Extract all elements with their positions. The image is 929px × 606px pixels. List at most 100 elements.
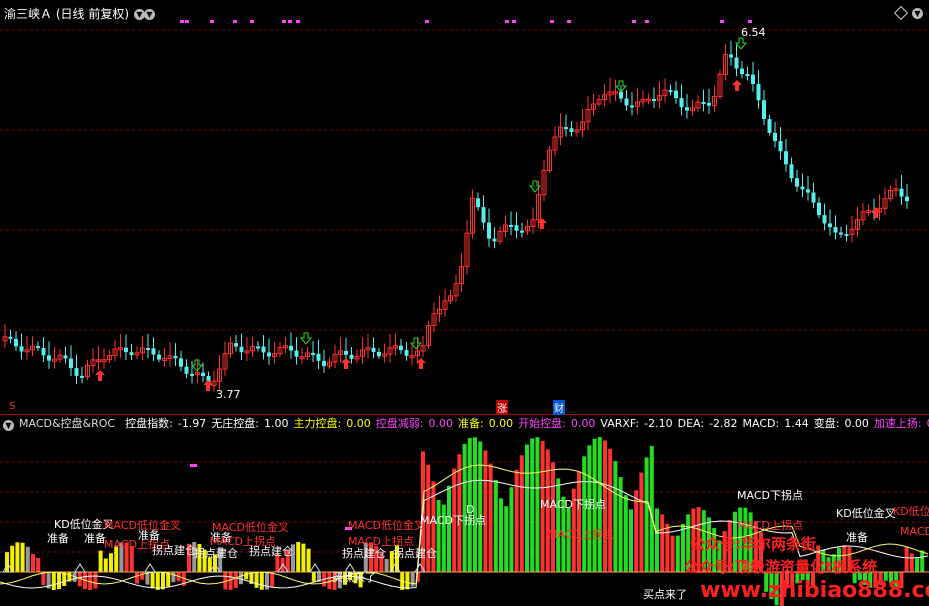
candle-body [674, 90, 678, 99]
candle-body [14, 338, 18, 347]
triangle-marker-icon [309, 563, 321, 573]
indicator-bar [311, 572, 316, 582]
indicator-bar [655, 508, 659, 572]
candle-body [740, 68, 744, 75]
indicator-value-item: 无庄控盘: [211, 417, 260, 430]
candle-body [267, 352, 271, 357]
indicator-value-item: DEA: [677, 417, 705, 430]
indicator-bar [51, 572, 56, 590]
candle-body [762, 100, 766, 120]
chevron-down-icon[interactable]: ▼ [912, 8, 923, 19]
candle-body [239, 346, 244, 353]
indicator-bar [228, 572, 233, 590]
candle-body [404, 350, 409, 356]
candle-body [201, 372, 205, 376]
candle-body [751, 74, 755, 85]
candle-body [256, 346, 260, 349]
price-chart[interactable] [0, 0, 929, 416]
candle-body [124, 347, 128, 353]
sell-arrow-icon [734, 37, 748, 50]
indicator-value-item: VARXF: [600, 417, 640, 430]
indicator-bar [514, 469, 519, 572]
sell-arrow-icon [299, 332, 313, 345]
candle-body [8, 336, 13, 339]
indicator-bar [499, 498, 503, 572]
candle-body [377, 351, 381, 357]
indicator-value-item: MACD: [742, 417, 780, 430]
turn-build-label: 拐点建仓 [342, 547, 386, 560]
indicator-bar [270, 572, 275, 588]
candle-body [828, 223, 832, 228]
candle-body [74, 368, 79, 376]
chevron-down-icon[interactable]: ▼ [3, 420, 14, 431]
macd-up-turn-label: MACD上拐点 [548, 528, 614, 541]
candle-body [624, 98, 629, 106]
candle-body [509, 224, 513, 227]
zhunbei-label: 准备 [84, 532, 106, 545]
indicator-bar [93, 572, 98, 589]
candle-body [179, 358, 183, 367]
candle-body [707, 102, 711, 106]
candle-body [701, 102, 706, 105]
candle-body [679, 98, 684, 108]
indicator-value-item: 准备: [457, 417, 484, 430]
turn-build-label: 拐点建仓 [152, 544, 196, 557]
indicator-value: 0.00 [346, 417, 371, 430]
triangle-marker-icon [144, 563, 156, 573]
candle-body [729, 54, 733, 58]
indicator-bar [509, 487, 514, 572]
high-price-label: 6.54 [741, 26, 766, 39]
indicator-bar [150, 572, 155, 589]
low-price-label: 3.77 [216, 388, 241, 401]
candle-body [564, 127, 568, 130]
candle-body [811, 192, 816, 203]
indicator-bar [161, 572, 165, 590]
candle-body [652, 99, 656, 102]
macd-up-turn-label: MACD上拐点 [900, 525, 929, 538]
indicator-values: 控盘指数: -1.97 无庄控盘: 1.00 主力控盘: 0.00 控盘减弱: 0.00 准备:… [120, 417, 929, 430]
indicator-bar [98, 550, 103, 572]
diamond-icon[interactable] [893, 5, 909, 21]
indicator-value: 0.00 [570, 417, 596, 430]
candle-body [371, 347, 376, 352]
candle-body [806, 189, 810, 193]
indicator-bar [639, 472, 644, 572]
candle-body [833, 227, 838, 233]
candle-body [344, 350, 348, 355]
indicator-bar [239, 572, 243, 585]
candle-body [905, 196, 909, 202]
indicator-bar [5, 552, 9, 572]
candle-body [789, 164, 794, 179]
buy-arrow-icon [95, 370, 105, 381]
candle-body [36, 346, 40, 349]
triangle-marker-icon [74, 563, 86, 573]
candle-body [481, 207, 486, 223]
buy-point-label: 买点来了 [643, 588, 687, 601]
stock-name: 渝三峡Ａ [4, 7, 53, 21]
candle-body [756, 84, 761, 101]
indicator-bar [644, 457, 649, 572]
candle-body [773, 132, 777, 142]
indicator-bar [140, 572, 145, 580]
indicator-bar [155, 572, 160, 590]
indicator-name[interactable]: MACD&控盘&ROC [19, 417, 115, 430]
indicator-value-item: 加速上扬: [873, 417, 922, 430]
candle-body [492, 238, 497, 242]
indicator-bar [665, 523, 670, 572]
indicator-bar [405, 572, 410, 590]
watermark-line-1: 公众号:华尔两条街 [690, 535, 816, 553]
indicator-value-item: 控盘减弱: [375, 417, 424, 430]
chevron-down-icon[interactable]: ▼ [144, 9, 155, 20]
cai-marker: 财 [553, 400, 565, 415]
candle-body [514, 225, 519, 231]
indicator-bar [660, 514, 665, 572]
indicator-value-item: 控盘指数: [125, 417, 173, 430]
indicator-value-item: 开始控盘: [518, 417, 566, 430]
watermark-line-3: www.zhibiao888.com [700, 578, 929, 603]
candle-body [844, 234, 849, 237]
s-marker: S [9, 401, 16, 412]
candle-body [767, 119, 772, 133]
turn-build-label: 拐点建仓 [249, 545, 293, 558]
indicator-bar [608, 448, 613, 572]
indicator-value: -1.97 [177, 417, 207, 430]
